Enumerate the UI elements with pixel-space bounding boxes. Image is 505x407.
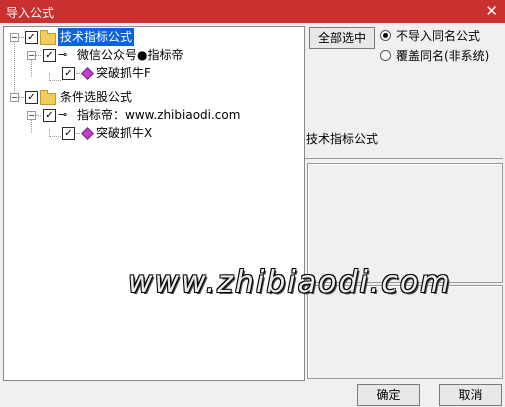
radio-no-import-same-label[interactable]: 不导入同名公式 [396, 27, 480, 44]
formula-gem-icon [81, 67, 94, 80]
collapse-icon[interactable]: − [27, 51, 36, 60]
collapse-icon[interactable]: − [10, 33, 19, 42]
tree-node-label: 微信公众号●指标帝 [77, 48, 184, 62]
tree-node-screening[interactable]: − ✓ 条件选股公式 [4, 88, 304, 106]
tree-node-label: 突破抓牛F [96, 66, 151, 80]
checkbox-checked-icon[interactable]: ✓ [25, 91, 38, 104]
checkbox-checked-icon[interactable]: ✓ [62, 67, 75, 80]
divider [305, 158, 503, 159]
tree-node-zhibiaodi[interactable]: − ✓ ⊸ 指标帝：www.zhibiaodi.com [4, 106, 304, 124]
cancel-button[interactable]: 取消 [439, 384, 502, 406]
collapse-icon[interactable]: − [10, 93, 19, 102]
checkbox-checked-icon[interactable]: ✓ [43, 109, 56, 122]
select-all-button[interactable]: 全部选中 [309, 27, 375, 49]
checkbox-checked-icon[interactable]: ✓ [62, 127, 75, 140]
close-icon[interactable]: ✕ [485, 2, 498, 20]
tree-node-label: 突破抓牛X [96, 126, 153, 140]
formula-panel-title: 技术指标公式 [306, 130, 500, 158]
radio-overwrite-same-label[interactable]: 覆盖同名(非系统) [396, 47, 489, 64]
collapse-icon[interactable]: − [27, 111, 36, 120]
tree-node-label: 指标帝：www.zhibiaodi.com [77, 108, 241, 122]
radio-no-import-same[interactable] [380, 30, 391, 41]
tree-node-formula-f[interactable]: ✓ 突破抓牛F [4, 64, 304, 82]
radio-overwrite-same[interactable] [380, 50, 391, 61]
watermark-text: www.zhibiaodi.com [128, 265, 452, 300]
formula-gem-icon [81, 127, 94, 140]
key-icon: ⊸ [58, 48, 68, 61]
key-icon: ⊸ [58, 108, 68, 121]
formula-tree[interactable]: − ✓ 技术指标公式 − ✓ ⊸ 微信公众号●指标帝 ✓ 突破抓牛F − ✓ 条… [3, 26, 305, 381]
tree-node-technical[interactable]: − ✓ 技术指标公式 [4, 28, 304, 46]
folder-icon [40, 90, 56, 105]
window-title: 导入公式 [6, 6, 55, 20]
formula-panel-title-text: 技术指标公式 [306, 132, 379, 146]
folder-icon [40, 30, 56, 45]
tree-connector [76, 73, 80, 74]
tree-node-wechat[interactable]: − ✓ ⊸ 微信公众号●指标帝 [4, 46, 304, 64]
tree-node-label: 技术指标公式 [58, 28, 135, 46]
tree-connector [76, 133, 80, 134]
title-bar: 导入公式 ✕ [0, 0, 505, 23]
checkbox-checked-icon[interactable]: ✓ [25, 31, 38, 44]
tree-node-formula-x[interactable]: ✓ 突破抓牛X [4, 124, 304, 142]
ok-button[interactable]: 确定 [357, 384, 420, 406]
tree-node-label: 条件选股公式 [60, 90, 133, 104]
checkbox-checked-icon[interactable]: ✓ [43, 49, 56, 62]
